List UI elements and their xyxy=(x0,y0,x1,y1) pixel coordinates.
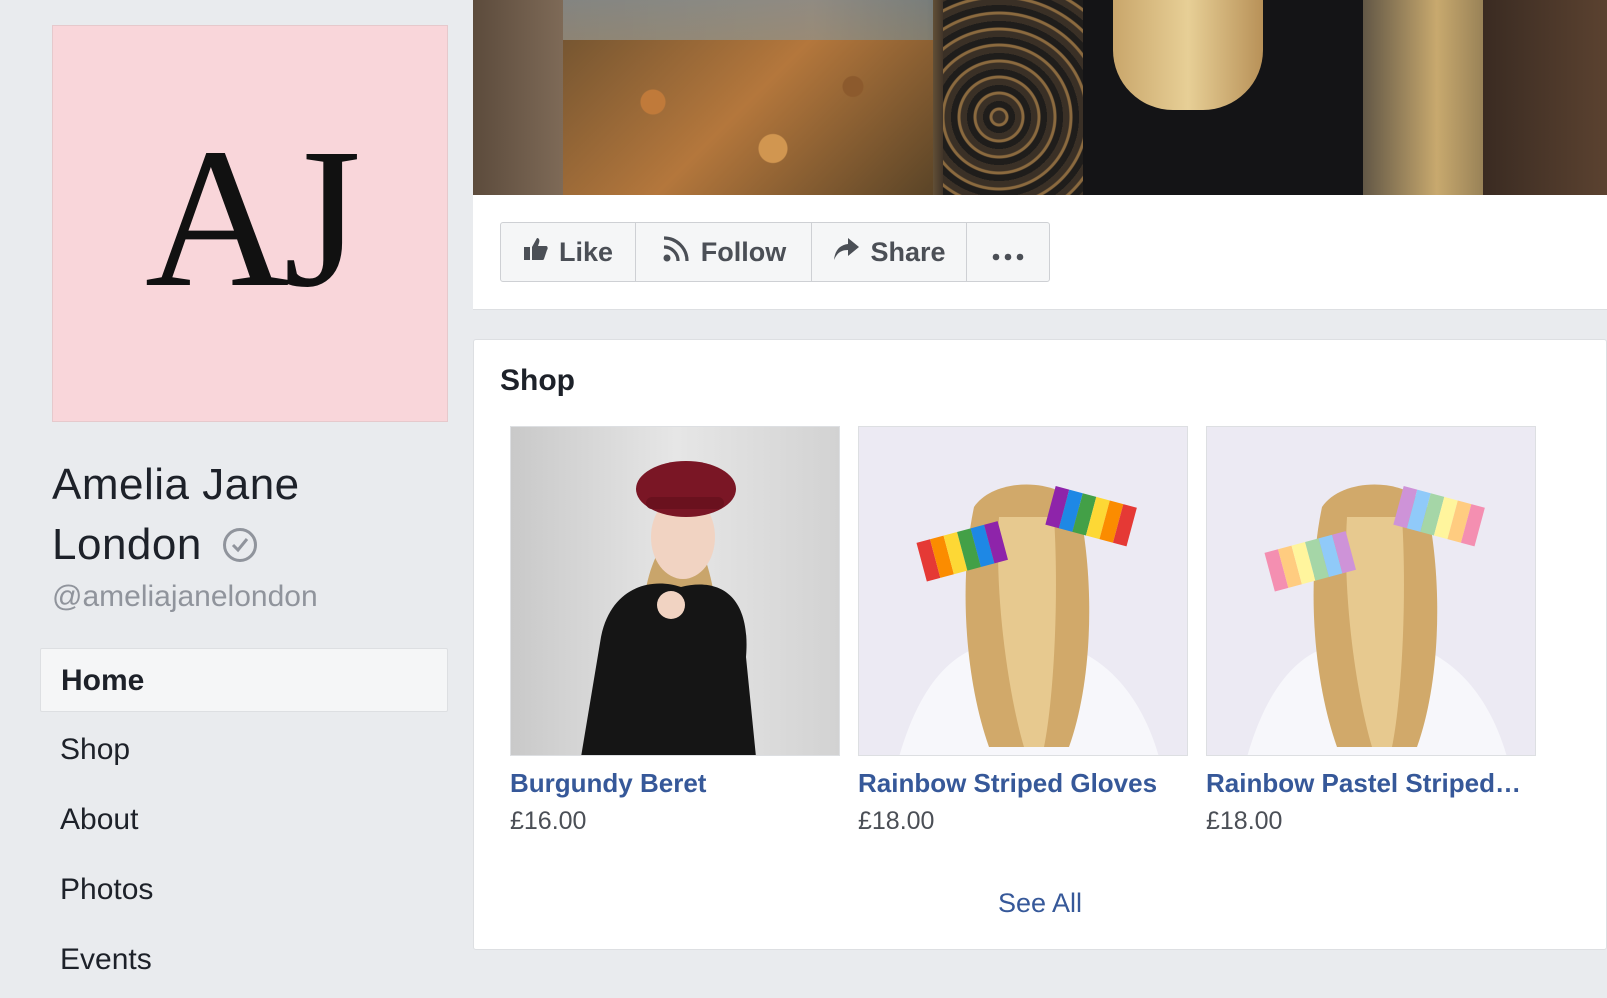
product-name[interactable]: Rainbow Striped Gloves xyxy=(858,768,1183,799)
shop-section: Shop Burgundy Beret £16.00 Rainbow Strip… xyxy=(473,339,1607,950)
nav-item-shop[interactable]: Shop xyxy=(40,718,448,782)
see-all-link[interactable]: See All xyxy=(474,888,1606,919)
product-name[interactable]: Rainbow Pastel Striped… xyxy=(1206,768,1531,799)
product-name[interactable]: Burgundy Beret xyxy=(510,768,835,799)
action-button-group: Like Follow Share xyxy=(500,222,1050,282)
like-label: Like xyxy=(558,236,614,267)
nav-item-events[interactable]: Events xyxy=(40,928,448,992)
page-name-line1: Amelia Jane xyxy=(52,460,300,509)
cover-photo[interactable] xyxy=(473,0,1607,195)
nav-item-about[interactable]: About xyxy=(40,788,448,852)
product-card[interactable]: Rainbow Pastel Striped… £18.00 xyxy=(1206,426,1536,836)
product-image-burgundy-beret[interactable] xyxy=(510,426,840,756)
follow-label: Follow xyxy=(700,236,787,267)
nav-item-photos[interactable]: Photos xyxy=(40,858,448,922)
page-action-bar: Like Follow Share xyxy=(473,195,1607,310)
product-price: £18.00 xyxy=(1206,807,1283,835)
product-image-rainbow-striped-gloves[interactable] xyxy=(858,426,1188,756)
page-nav: Home Shop About Photos Events xyxy=(40,648,448,998)
rss-follow-icon xyxy=(661,234,691,271)
product-card[interactable]: Rainbow Striped Gloves £18.00 xyxy=(858,426,1188,836)
share-arrow-icon xyxy=(832,236,860,269)
page-name[interactable]: Amelia Jane London xyxy=(52,455,452,575)
page-handle[interactable]: @ameliajanelondon xyxy=(52,580,318,614)
product-price: £16.00 xyxy=(510,807,587,835)
page-name-line2: London xyxy=(52,520,202,569)
nav-item-home[interactable]: Home xyxy=(40,648,448,712)
follow-button[interactable]: Follow xyxy=(636,223,812,281)
more-options-button[interactable] xyxy=(967,223,1049,281)
profile-picture[interactable]: AJ xyxy=(52,25,448,422)
shop-title: Shop xyxy=(500,364,575,397)
product-image-rainbow-pastel-striped[interactable] xyxy=(1206,426,1536,756)
share-label: Share xyxy=(870,236,946,267)
profile-monogram: AJ xyxy=(144,107,361,329)
product-card[interactable]: Burgundy Beret £16.00 xyxy=(510,426,840,836)
thumbs-up-icon xyxy=(523,236,549,269)
more-dots-icon xyxy=(992,237,1024,268)
share-button[interactable]: Share xyxy=(812,223,967,281)
product-price: £18.00 xyxy=(858,807,935,835)
verified-badge-icon xyxy=(222,528,257,562)
like-button[interactable]: Like xyxy=(501,223,636,281)
